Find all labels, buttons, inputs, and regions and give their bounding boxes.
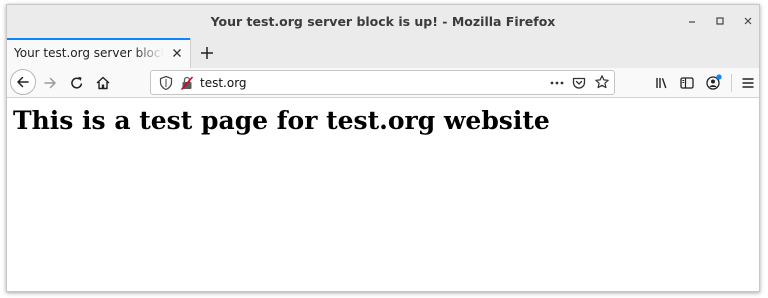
maximize-button[interactable] — [711, 12, 729, 30]
tab-close-button[interactable] — [170, 46, 184, 60]
page-actions-button[interactable] — [549, 76, 565, 90]
account-button[interactable] — [704, 72, 724, 92]
plus-icon — [201, 47, 213, 59]
minimize-icon — [689, 21, 695, 23]
home-button[interactable] — [94, 74, 112, 92]
url-text[interactable]: test.org — [200, 76, 247, 90]
pocket-icon — [572, 77, 586, 89]
tab-accent-line — [7, 38, 190, 40]
account-icon — [706, 74, 722, 90]
page-content: This is a test page for test.org website — [7, 98, 759, 291]
tab-label: Your test.org server block is up! — [14, 46, 164, 60]
back-arrow-icon — [17, 76, 29, 88]
window-title: Your test.org server block is up! - Mozi… — [210, 14, 556, 29]
home-icon — [96, 76, 110, 90]
reload-button[interactable] — [68, 74, 86, 92]
bookmark-button[interactable] — [594, 74, 610, 90]
forward-button[interactable] — [41, 74, 59, 92]
reload-icon — [71, 76, 83, 89]
back-button[interactable] — [10, 69, 36, 95]
minimize-button[interactable] — [683, 12, 701, 30]
pocket-button[interactable] — [571, 75, 587, 91]
title-bar: Your test.org server block is up! - Mozi… — [7, 5, 759, 38]
page-heading: This is a test page for test.org website — [13, 106, 550, 135]
toolbar-divider — [731, 74, 732, 92]
tracking-protection-button[interactable] — [159, 75, 173, 91]
library-button[interactable] — [653, 74, 671, 92]
url-bar[interactable]: test.org — [150, 70, 615, 95]
tab-bar: Your test.org server block is up! — [7, 38, 759, 68]
new-tab-button[interactable] — [199, 45, 215, 61]
menu-button[interactable] — [739, 74, 757, 92]
forward-arrow-icon — [44, 77, 56, 89]
library-icon — [656, 78, 667, 89]
close-icon — [744, 17, 752, 25]
bookmark-star-icon — [595, 75, 609, 89]
close-icon — [173, 49, 181, 57]
tab-active[interactable]: Your test.org server block is up! — [7, 38, 191, 68]
hamburger-menu-icon — [742, 78, 754, 88]
shield-icon — [159, 75, 173, 91]
sidebar-icon — [680, 77, 694, 89]
more-dots-icon — [550, 81, 564, 85]
maximize-icon — [716, 17, 724, 25]
insecure-lock-icon — [180, 76, 194, 91]
close-window-button[interactable] — [739, 12, 757, 30]
sidebar-button[interactable] — [678, 74, 696, 92]
browser-window: Your test.org server block is up! - Mozi… — [6, 4, 760, 292]
site-info-button[interactable] — [180, 75, 194, 91]
navigation-toolbar: test.org — [7, 68, 759, 98]
